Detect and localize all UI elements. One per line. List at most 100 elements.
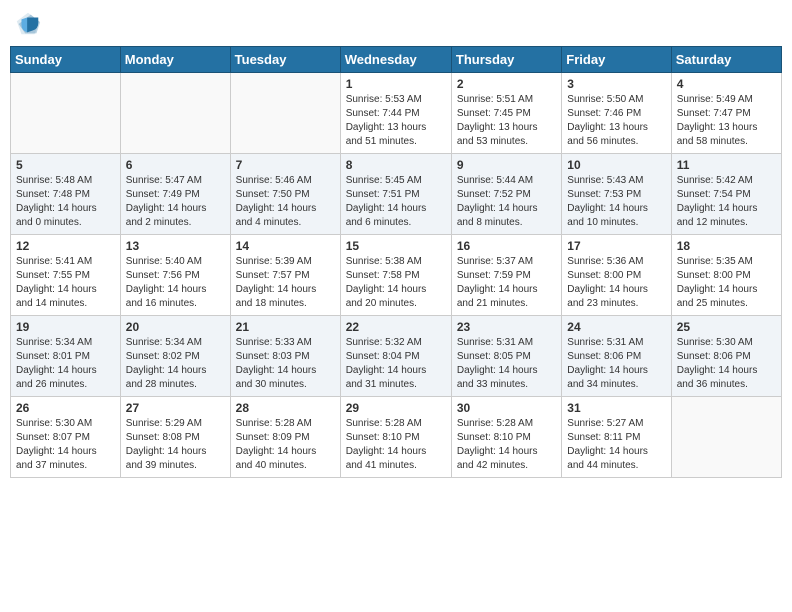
calendar-day-9: 9 Sunrise: 5:44 AMSunset: 7:52 PMDaylight…: [451, 154, 561, 235]
day-number: 8: [346, 158, 446, 172]
day-number: 27: [126, 401, 225, 415]
day-number: 21: [236, 320, 335, 334]
day-number: 28: [236, 401, 335, 415]
day-number: 15: [346, 239, 446, 253]
day-number: 17: [567, 239, 665, 253]
calendar-week-row: 26 Sunrise: 5:30 AMSunset: 8:07 PMDayligh…: [11, 397, 782, 478]
calendar-week-row: 5 Sunrise: 5:48 AMSunset: 7:48 PMDaylight…: [11, 154, 782, 235]
calendar-day-19: 19 Sunrise: 5:34 AMSunset: 8:01 PMDayligh…: [11, 316, 121, 397]
calendar-day-7: 7 Sunrise: 5:46 AMSunset: 7:50 PMDaylight…: [230, 154, 340, 235]
day-number: 22: [346, 320, 446, 334]
day-number: 19: [16, 320, 115, 334]
day-number: 26: [16, 401, 115, 415]
day-info: Sunrise: 5:43 AMSunset: 7:53 PMDaylight:…: [567, 174, 665, 230]
day-number: 20: [126, 320, 225, 334]
day-info: Sunrise: 5:33 AMSunset: 8:03 PMDaylight:…: [236, 336, 335, 392]
day-info: Sunrise: 5:28 AMSunset: 8:10 PMDaylight:…: [457, 417, 556, 473]
day-number: 11: [677, 158, 776, 172]
calendar-day-21: 21 Sunrise: 5:33 AMSunset: 8:03 PMDayligh…: [230, 316, 340, 397]
day-info: Sunrise: 5:34 AMSunset: 8:01 PMDaylight:…: [16, 336, 115, 392]
day-info: Sunrise: 5:32 AMSunset: 8:04 PMDaylight:…: [346, 336, 446, 392]
weekday-header-tuesday: Tuesday: [230, 47, 340, 73]
calendar-day-empty: [230, 73, 340, 154]
day-info: Sunrise: 5:41 AMSunset: 7:55 PMDaylight:…: [16, 255, 115, 311]
calendar-day-15: 15 Sunrise: 5:38 AMSunset: 7:58 PMDayligh…: [340, 235, 451, 316]
day-info: Sunrise: 5:48 AMSunset: 7:48 PMDaylight:…: [16, 174, 115, 230]
calendar-day-31: 31 Sunrise: 5:27 AMSunset: 8:11 PMDayligh…: [562, 397, 671, 478]
calendar-day-28: 28Sunrise: 5:28 AMSunset: 8:09 PMDayligh…: [230, 397, 340, 478]
day-number: 25: [677, 320, 776, 334]
day-number: 2: [457, 77, 556, 91]
header: [10, 10, 782, 38]
day-info: Sunrise: 5:38 AMSunset: 7:58 PMDaylight:…: [346, 255, 446, 311]
calendar-day-1: 1 Sunrise: 5:53 AMSunset: 7:44 PMDaylight…: [340, 73, 451, 154]
calendar-day-29: 29Sunrise: 5:28 AMSunset: 8:10 PMDayligh…: [340, 397, 451, 478]
calendar-day-empty: [120, 73, 230, 154]
calendar-day-12: 12 Sunrise: 5:41 AMSunset: 7:55 PMDayligh…: [11, 235, 121, 316]
calendar-day-22: 22 Sunrise: 5:32 AMSunset: 8:04 PMDayligh…: [340, 316, 451, 397]
calendar-day-4: 4 Sunrise: 5:49 AMSunset: 7:47 PMDaylight…: [671, 73, 781, 154]
day-info: Sunrise: 5:44 AMSunset: 7:52 PMDaylight:…: [457, 174, 556, 230]
day-info: Sunrise: 5:53 AMSunset: 7:44 PMDaylight:…: [346, 93, 446, 149]
day-number: 12: [16, 239, 115, 253]
calendar-day-18: 18Sunrise: 5:35 AMSunset: 8:00 PMDayligh…: [671, 235, 781, 316]
day-info: Sunrise: 5:40 AMSunset: 7:56 PMDaylight:…: [126, 255, 225, 311]
calendar-day-20: 20 Sunrise: 5:34 AMSunset: 8:02 PMDayligh…: [120, 316, 230, 397]
day-number: 31: [567, 401, 665, 415]
calendar-day-24: 24 Sunrise: 5:31 AMSunset: 8:06 PMDayligh…: [562, 316, 671, 397]
weekday-header-monday: Monday: [120, 47, 230, 73]
day-number: 24: [567, 320, 665, 334]
day-info: Sunrise: 5:29 AMSunset: 8:08 PMDaylight:…: [126, 417, 225, 473]
day-info: Sunrise: 5:31 AMSunset: 8:05 PMDaylight:…: [457, 336, 556, 392]
day-info: Sunrise: 5:30 AMSunset: 8:07 PMDaylight:…: [16, 417, 115, 473]
day-info: Sunrise: 5:31 AMSunset: 8:06 PMDaylight:…: [567, 336, 665, 392]
calendar-week-row: 1 Sunrise: 5:53 AMSunset: 7:44 PMDaylight…: [11, 73, 782, 154]
weekday-header-sunday: Sunday: [11, 47, 121, 73]
calendar-day-5: 5 Sunrise: 5:48 AMSunset: 7:48 PMDaylight…: [11, 154, 121, 235]
calendar-day-14: 14 Sunrise: 5:39 AMSunset: 7:57 PMDayligh…: [230, 235, 340, 316]
day-number: 9: [457, 158, 556, 172]
calendar-day-13: 13 Sunrise: 5:40 AMSunset: 7:56 PMDayligh…: [120, 235, 230, 316]
day-number: 4: [677, 77, 776, 91]
day-number: 23: [457, 320, 556, 334]
calendar-day-2: 2 Sunrise: 5:51 AMSunset: 7:45 PMDaylight…: [451, 73, 561, 154]
calendar-day-26: 26 Sunrise: 5:30 AMSunset: 8:07 PMDayligh…: [11, 397, 121, 478]
calendar-day-23: 23 Sunrise: 5:31 AMSunset: 8:05 PMDayligh…: [451, 316, 561, 397]
day-number: 29: [346, 401, 446, 415]
day-info: Sunrise: 5:51 AMSunset: 7:45 PMDaylight:…: [457, 93, 556, 149]
day-info: Sunrise: 5:34 AMSunset: 8:02 PMDaylight:…: [126, 336, 225, 392]
day-info: Sunrise: 5:45 AMSunset: 7:51 PMDaylight:…: [346, 174, 446, 230]
day-info: Sunrise: 5:39 AMSunset: 7:57 PMDaylight:…: [236, 255, 335, 311]
day-info: Sunrise: 5:47 AMSunset: 7:49 PMDaylight:…: [126, 174, 225, 230]
calendar-week-row: 19 Sunrise: 5:34 AMSunset: 8:01 PMDayligh…: [11, 316, 782, 397]
calendar-day-3: 3Sunrise: 5:50 AMSunset: 7:46 PMDaylight…: [562, 73, 671, 154]
weekday-header-thursday: Thursday: [451, 47, 561, 73]
calendar-day-27: 27 Sunrise: 5:29 AMSunset: 8:08 PMDayligh…: [120, 397, 230, 478]
calendar-table: SundayMondayTuesdayWednesdayThursdayFrid…: [10, 46, 782, 478]
day-number: 7: [236, 158, 335, 172]
day-info: Sunrise: 5:36 AMSunset: 8:00 PMDaylight:…: [567, 255, 665, 311]
calendar-day-empty: [11, 73, 121, 154]
day-info: Sunrise: 5:42 AMSunset: 7:54 PMDaylight:…: [677, 174, 776, 230]
calendar-day-11: 11 Sunrise: 5:42 AMSunset: 7:54 PMDayligh…: [671, 154, 781, 235]
calendar-week-row: 12 Sunrise: 5:41 AMSunset: 7:55 PMDayligh…: [11, 235, 782, 316]
day-number: 30: [457, 401, 556, 415]
weekday-header-friday: Friday: [562, 47, 671, 73]
day-info: Sunrise: 5:50 AMSunset: 7:46 PMDaylight:…: [567, 93, 665, 149]
day-number: 10: [567, 158, 665, 172]
day-info: Sunrise: 5:27 AMSunset: 8:11 PMDaylight:…: [567, 417, 665, 473]
day-number: 5: [16, 158, 115, 172]
day-number: 1: [346, 77, 446, 91]
day-info: Sunrise: 5:46 AMSunset: 7:50 PMDaylight:…: [236, 174, 335, 230]
weekday-header-row: SundayMondayTuesdayWednesdayThursdayFrid…: [11, 47, 782, 73]
day-info: Sunrise: 5:49 AMSunset: 7:47 PMDaylight:…: [677, 93, 776, 149]
calendar-day-10: 10 Sunrise: 5:43 AMSunset: 7:53 PMDayligh…: [562, 154, 671, 235]
weekday-header-wednesday: Wednesday: [340, 47, 451, 73]
logo-icon: [14, 10, 42, 38]
calendar-day-6: 6Sunrise: 5:47 AMSunset: 7:49 PMDaylight…: [120, 154, 230, 235]
calendar-day-17: 17 Sunrise: 5:36 AMSunset: 8:00 PMDayligh…: [562, 235, 671, 316]
day-number: 13: [126, 239, 225, 253]
day-number: 14: [236, 239, 335, 253]
calendar-day-30: 30 Sunrise: 5:28 AMSunset: 8:10 PMDayligh…: [451, 397, 561, 478]
weekday-header-saturday: Saturday: [671, 47, 781, 73]
